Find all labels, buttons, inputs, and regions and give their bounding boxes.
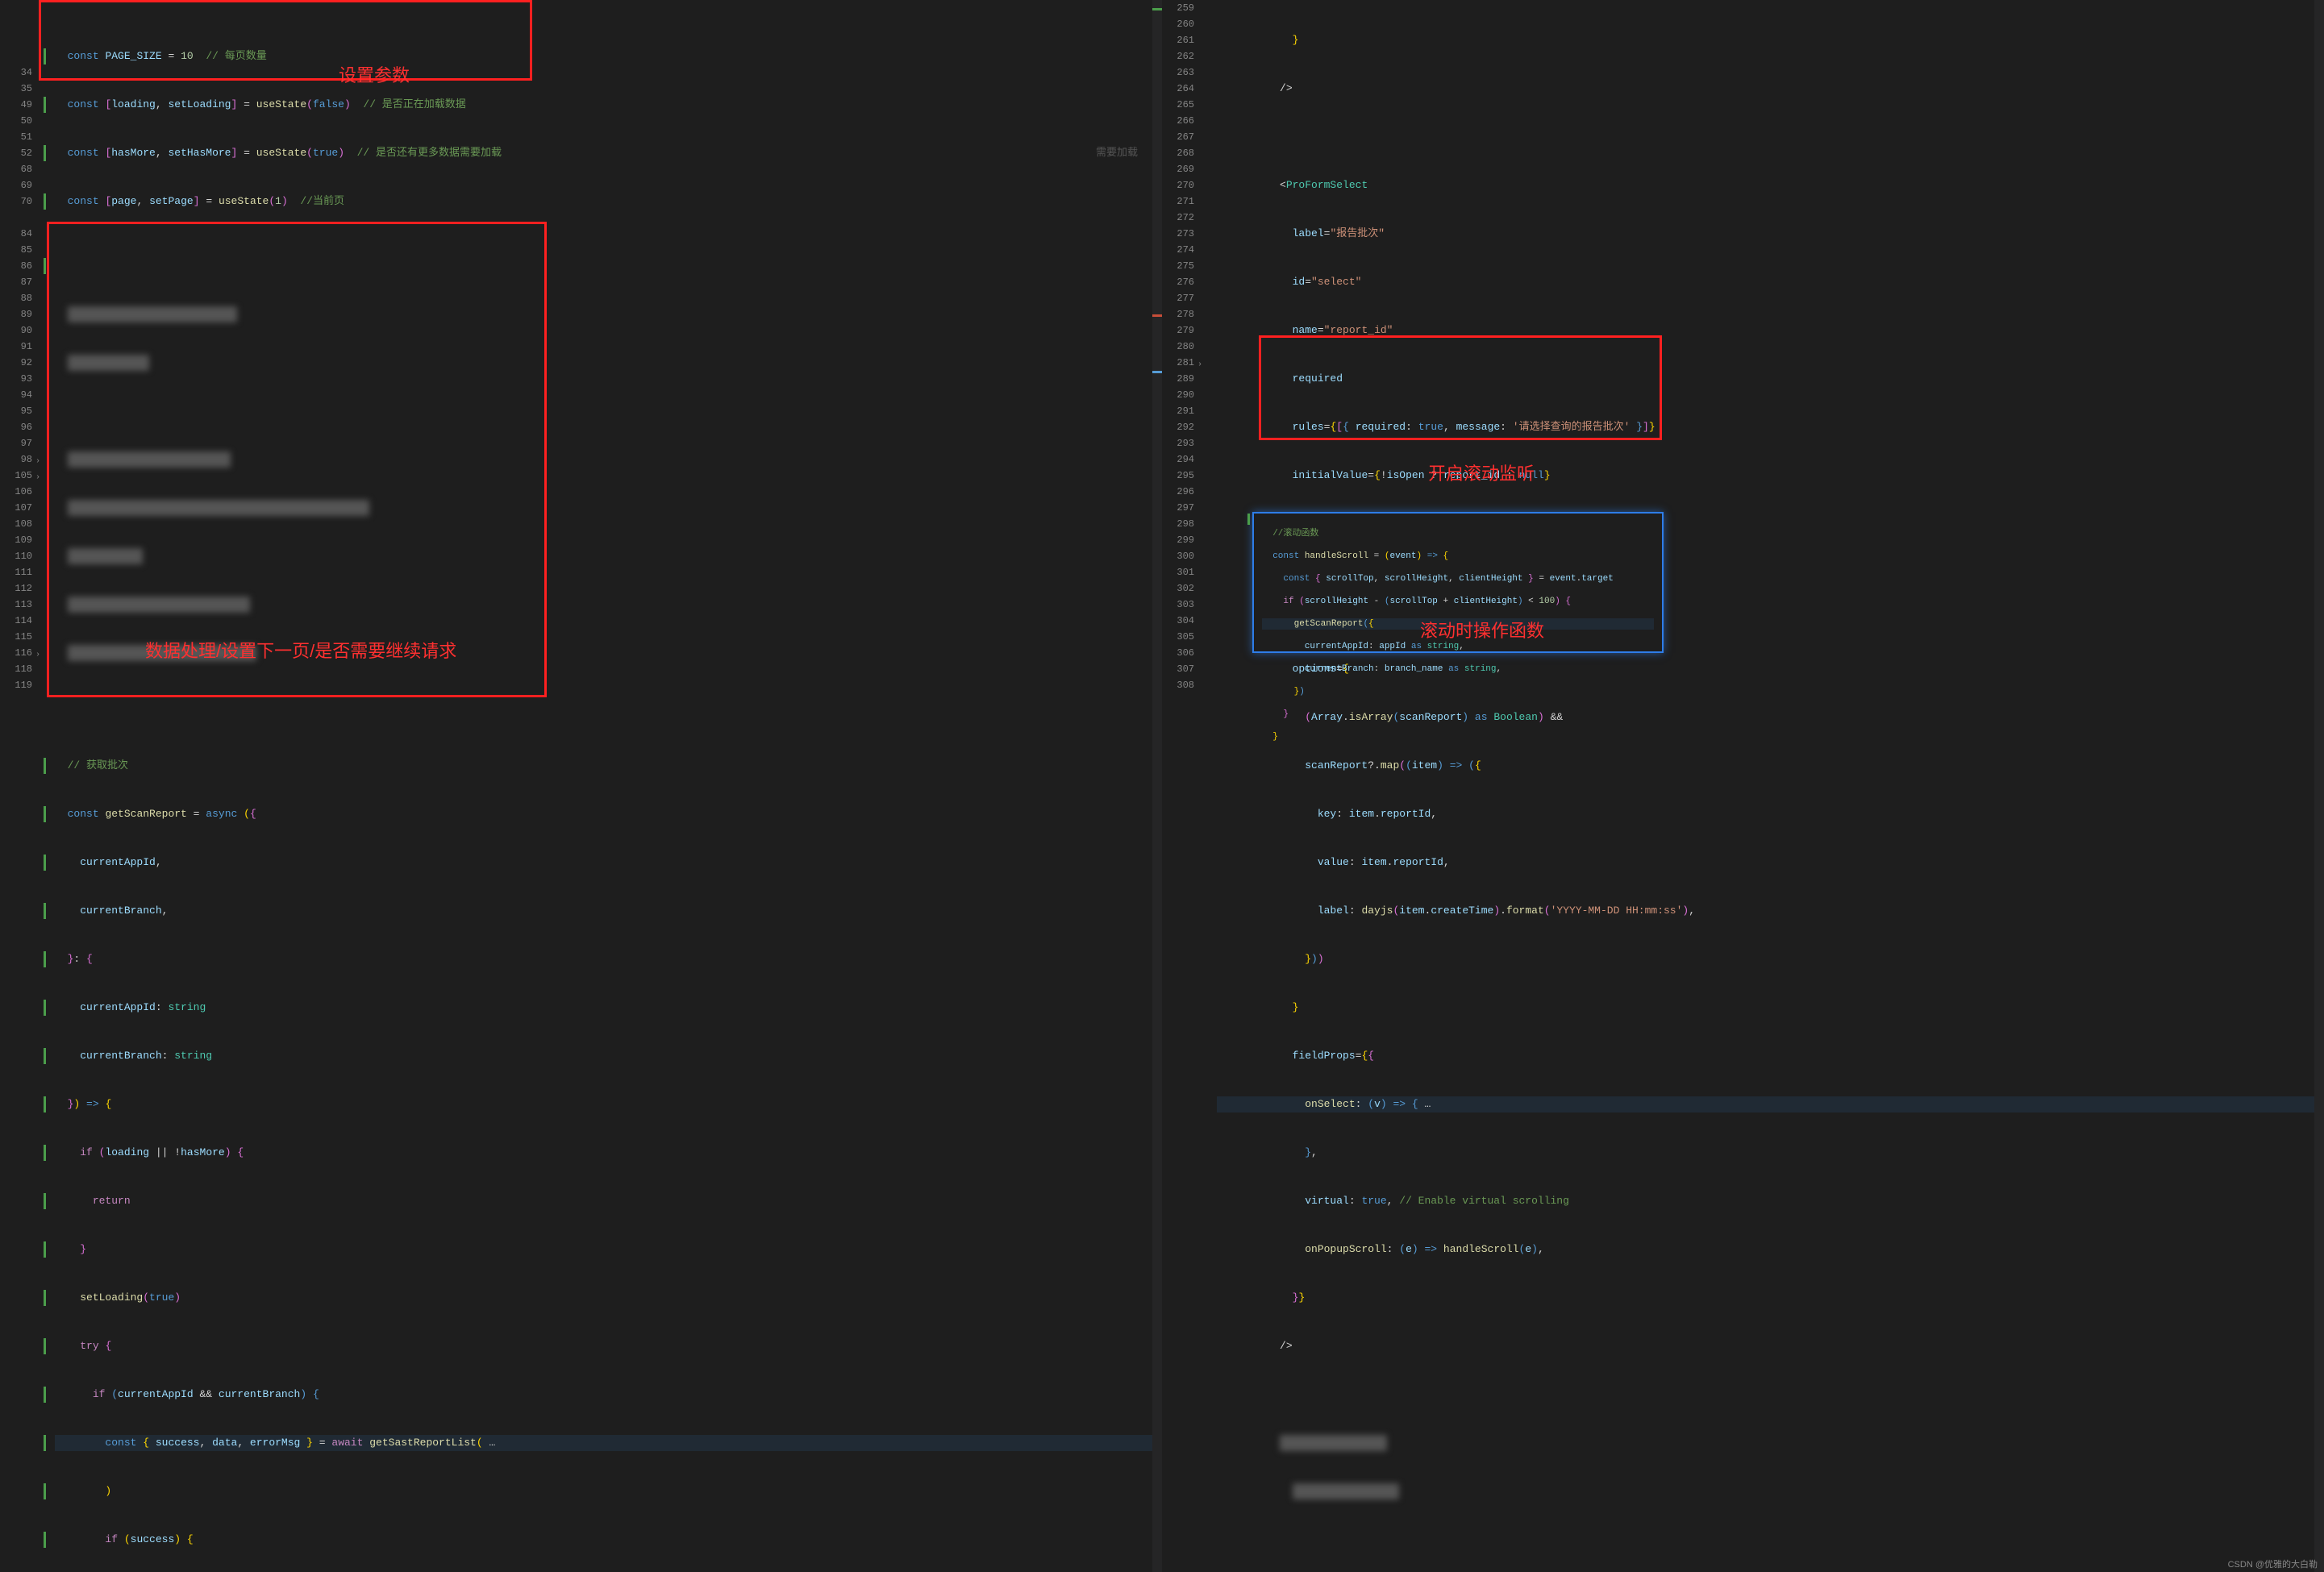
left-gutter: 34354950 51526869 70 84858687 88899091 9… bbox=[0, 0, 40, 1572]
right-code-area[interactable]: } /> <ProFormSelect label="报告批次" id="sel… bbox=[1202, 0, 2324, 1572]
editor-split-view: 34354950 51526869 70 84858687 88899091 9… bbox=[0, 0, 2324, 1572]
left-code-area[interactable]: const PAGE_SIZE = 10 // 每页数量 const [load… bbox=[40, 0, 1162, 1572]
right-minimap[interactable] bbox=[2314, 0, 2324, 1572]
right-gutter: 259260261262 263264265266 267268269270 2… bbox=[1162, 0, 1202, 1572]
comment: // 每页数量 bbox=[206, 50, 266, 62]
fold-chevron-icon[interactable]: › bbox=[32, 647, 40, 655]
fold-chevron-icon[interactable]: › bbox=[1194, 357, 1202, 365]
right-editor-pane: 259260261262 263264265266 267268269270 2… bbox=[1162, 0, 2324, 1572]
csdn-watermark: CSDN @优雅的大白勒 bbox=[2228, 1557, 2318, 1570]
fold-chevron-icon[interactable]: › bbox=[32, 454, 40, 462]
fold-chevron-icon[interactable]: › bbox=[32, 470, 40, 478]
left-minimap[interactable] bbox=[1152, 0, 1162, 1572]
left-editor-pane: 34354950 51526869 70 84858687 88899091 9… bbox=[0, 0, 1162, 1572]
